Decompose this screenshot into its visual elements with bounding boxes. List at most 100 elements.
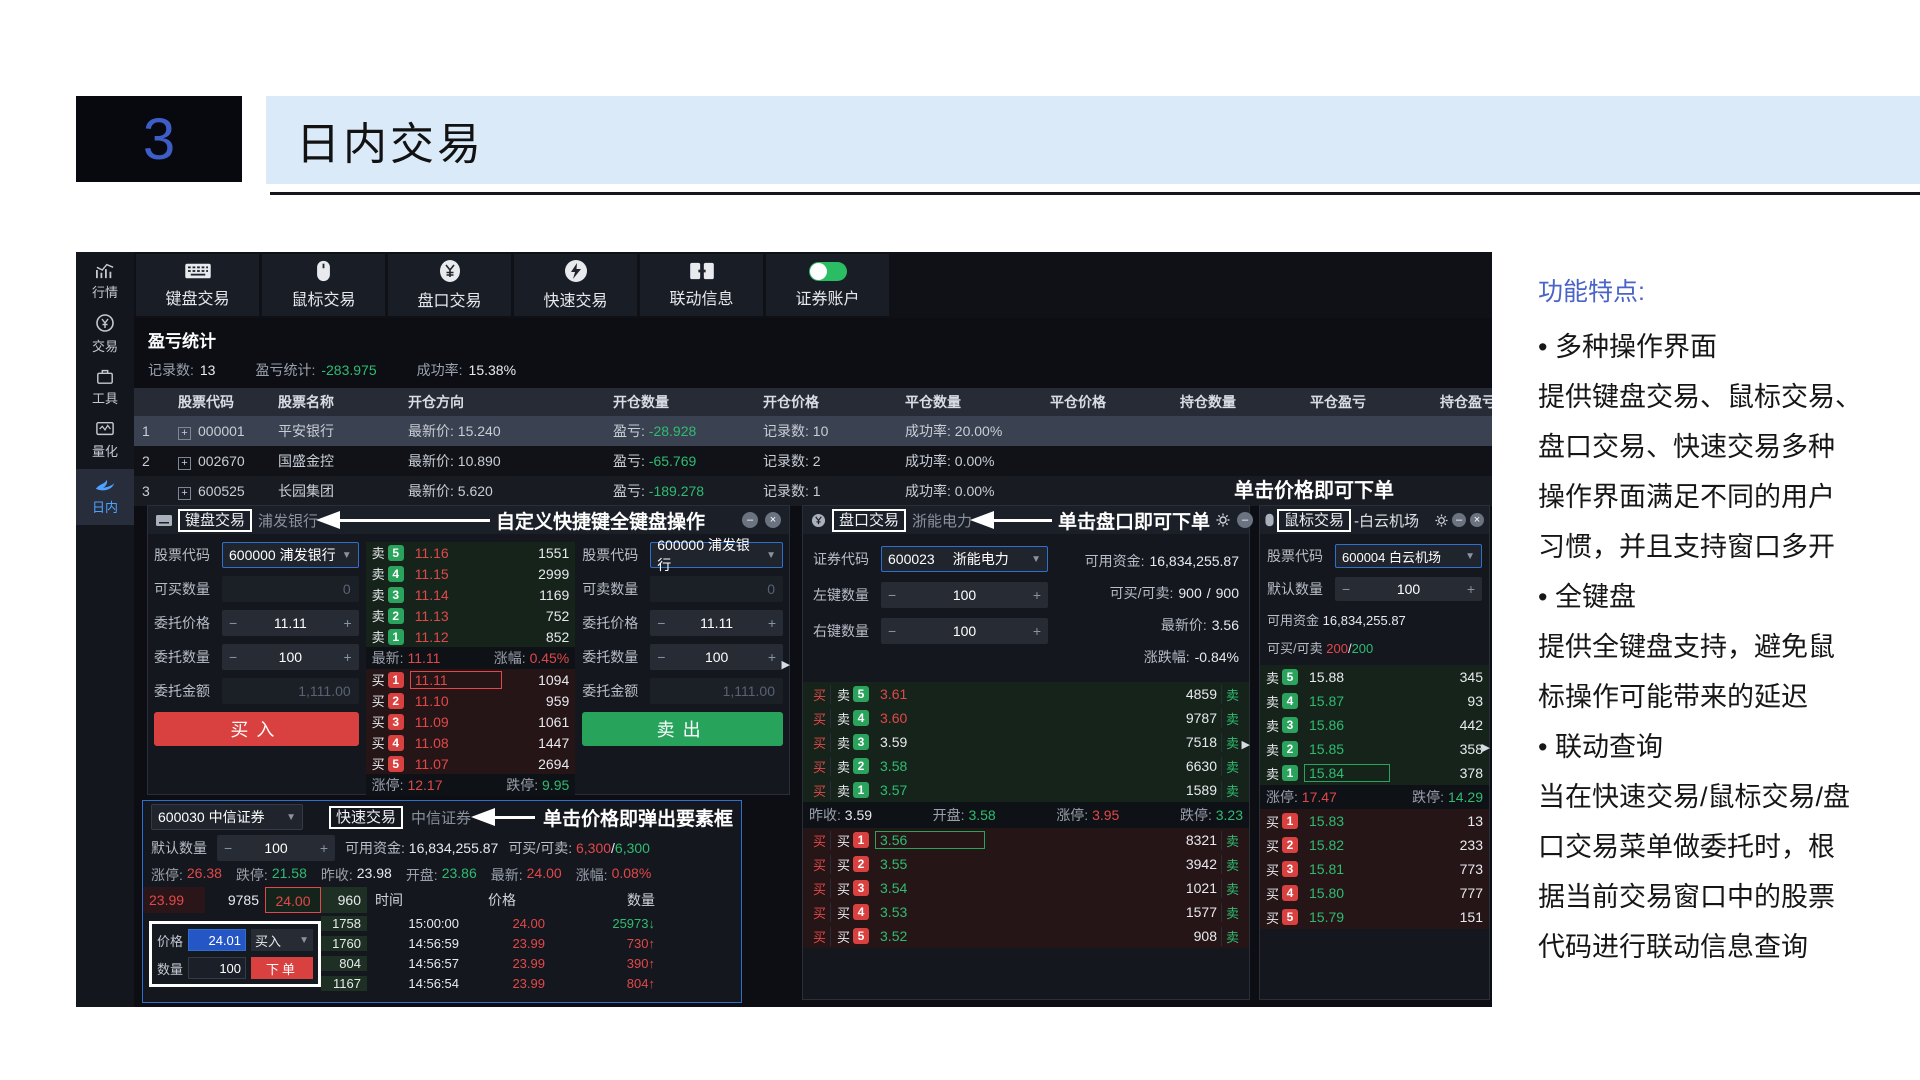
col-header[interactable]: 开仓数量: [605, 392, 755, 412]
bid-row[interactable]: 买5 15.79 151: [1260, 905, 1489, 929]
ask-row[interactable]: 卖1 15.84 378: [1260, 761, 1489, 785]
col-header[interactable]: 持仓盈亏: [1432, 392, 1492, 412]
buy-click-cell[interactable]: 买: [809, 709, 831, 728]
bid-row[interactable]: 买 买4 3.53 1577 卖: [803, 900, 1249, 924]
sidebar-item-quotes[interactable]: 行情: [76, 257, 134, 305]
bid-row[interactable]: 买5 11.07 2694: [366, 753, 576, 774]
toggle-on-icon[interactable]: [809, 262, 847, 281]
sell-click-cell[interactable]: 卖: [1221, 781, 1243, 800]
col-header[interactable]: 股票代码: [170, 392, 270, 412]
sell-click-cell[interactable]: 卖: [1221, 709, 1243, 728]
bid-row[interactable]: 买 买3 3.54 1021 卖: [803, 876, 1249, 900]
close-icon[interactable]: ×: [1470, 513, 1484, 527]
ask-row[interactable]: 卖1 11.12 852: [366, 626, 576, 647]
ask-row[interactable]: 买 卖5 3.61 4859 卖: [803, 682, 1249, 706]
close-icon[interactable]: ×: [765, 512, 781, 528]
expand-icon[interactable]: +: [178, 487, 191, 500]
ask-row[interactable]: 卖3 11.14 1169: [366, 584, 576, 605]
bid-row[interactable]: 买4 11.08 1447: [366, 732, 576, 753]
stock-code-select[interactable]: 600023浙能电力▼: [881, 546, 1048, 572]
expand-icon[interactable]: +: [178, 427, 191, 440]
expand-icon[interactable]: +: [178, 457, 191, 470]
buy-click-cell[interactable]: 买: [809, 927, 831, 946]
sell-click-cell[interactable]: 卖: [1221, 757, 1243, 776]
ask-row[interactable]: 卖5 15.88 345: [1260, 665, 1489, 689]
col-header[interactable]: 平仓数量: [897, 392, 1042, 412]
sell-click-cell[interactable]: 卖: [1221, 879, 1243, 898]
panel-expand-arrow-icon[interactable]: ▶: [782, 658, 790, 671]
gear-icon[interactable]: [1216, 513, 1230, 527]
minimize-icon[interactable]: –: [742, 512, 758, 528]
col-header[interactable]: 开仓价格: [755, 392, 897, 412]
bid-price-cell[interactable]: 23.99: [143, 887, 205, 913]
stock-code-select[interactable]: 600000 浦发银行▼: [222, 542, 359, 568]
toolbar-fast-trade[interactable]: 快速交易: [514, 254, 637, 316]
right-click-qty-stepper[interactable]: −100+: [881, 618, 1048, 644]
col-header[interactable]: 开仓方向: [400, 392, 605, 412]
bid-row[interactable]: 买1 11.11 1094: [366, 669, 576, 690]
bid-row[interactable]: 买2 11.10 959: [366, 690, 576, 711]
popup-price-input[interactable]: 24.01: [188, 929, 246, 951]
buy-click-cell[interactable]: 买: [809, 855, 831, 874]
sell-click-cell[interactable]: 卖: [1221, 903, 1243, 922]
default-qty-stepper[interactable]: −100+: [1335, 577, 1482, 601]
ask-row[interactable]: 买 卖4 3.60 9787 卖: [803, 706, 1249, 730]
ask-row[interactable]: 卖2 15.85 358: [1260, 737, 1489, 761]
price-stepper[interactable]: −11.11+: [222, 610, 359, 636]
sidebar-item-trade[interactable]: 交易: [76, 310, 134, 358]
toolbar-orderbook-trade[interactable]: 盘口交易: [388, 254, 511, 316]
ask-row[interactable]: 卖5 11.16 1551: [366, 542, 576, 563]
sidebar-item-intraday[interactable]: 日内: [76, 469, 134, 525]
buy-click-cell[interactable]: 买: [809, 879, 831, 898]
panel-expand-arrow-icon[interactable]: ▶: [1242, 738, 1250, 751]
stock-code-cell[interactable]: +600525: [170, 483, 270, 500]
gear-icon[interactable]: [1435, 514, 1448, 527]
sell-click-cell[interactable]: 卖: [1221, 685, 1243, 704]
toolbar-mouse-trade[interactable]: 鼠标交易: [262, 254, 385, 316]
ask-row[interactable]: 买 卖1 3.57 1589 卖: [803, 778, 1249, 802]
sell-click-cell[interactable]: 卖: [1221, 855, 1243, 874]
sidebar-item-quant[interactable]: 量化: [76, 416, 134, 464]
sell-button[interactable]: 卖出: [582, 712, 783, 746]
place-order-button[interactable]: 下单: [251, 957, 313, 979]
stock-code-cell[interactable]: +000001: [170, 423, 270, 440]
left-click-qty-stepper[interactable]: −100+: [881, 582, 1048, 608]
buy-click-cell[interactable]: 买: [809, 903, 831, 922]
stock-code-select[interactable]: 600030 中信证券▼: [151, 804, 303, 830]
sell-click-cell[interactable]: 卖: [1221, 831, 1243, 850]
popup-qty-input[interactable]: 100: [188, 957, 246, 979]
qty-stepper[interactable]: −100+: [222, 644, 359, 670]
bid-row[interactable]: 买3 11.09 1061: [366, 711, 576, 732]
ask-row[interactable]: 买 卖3 3.59 7518 卖: [803, 730, 1249, 754]
bid-row[interactable]: 买4 15.80 777: [1260, 881, 1489, 905]
bid-row[interactable]: 买 买1 3.56 8321 卖: [803, 828, 1249, 852]
price-stepper[interactable]: −11.11+: [650, 610, 783, 636]
bid-row[interactable]: 买1 15.83 13: [1260, 809, 1489, 833]
ask-row[interactable]: 卖4 15.87 93: [1260, 689, 1489, 713]
minimize-icon[interactable]: –: [1452, 513, 1466, 527]
panel-expand-arrow-icon[interactable]: ▶: [1482, 741, 1490, 754]
table-row[interactable]: 1 +000001 平安银行 最新价: 15.240 盈亏: -28.928 记…: [134, 416, 1492, 446]
stock-code-select[interactable]: 600004 白云机场▼: [1335, 544, 1482, 568]
buy-click-cell[interactable]: 买: [809, 733, 831, 752]
bid-row[interactable]: 买 买2 3.55 3942 卖: [803, 852, 1249, 876]
bid-row[interactable]: 买 买5 3.52 908 卖: [803, 924, 1249, 948]
sidebar-item-tools[interactable]: 工具: [76, 363, 134, 411]
col-header[interactable]: 平仓盈亏: [1302, 392, 1432, 412]
ask-row[interactable]: 卖4 11.15 2999: [366, 563, 576, 584]
ask-price-cell[interactable]: 24.00: [265, 887, 321, 913]
col-header[interactable]: 平仓价格: [1042, 392, 1172, 412]
minimize-icon[interactable]: –: [1237, 512, 1253, 528]
buy-click-cell[interactable]: 买: [809, 781, 831, 800]
default-qty-stepper[interactable]: −100+: [217, 835, 335, 861]
buy-click-cell[interactable]: 买: [809, 757, 831, 776]
table-row[interactable]: 2 +002670 国盛金控 最新价: 10.890 盈亏: -65.769 记…: [134, 446, 1492, 476]
buy-click-cell[interactable]: 买: [809, 831, 831, 850]
col-header[interactable]: 股票名称: [270, 392, 400, 412]
toolbar-keyboard-trade[interactable]: 键盘交易: [136, 254, 259, 316]
sell-click-cell[interactable]: 卖: [1221, 733, 1243, 752]
bid-row[interactable]: 买3 15.81 773: [1260, 857, 1489, 881]
ask-row[interactable]: 卖3 15.86 442: [1260, 713, 1489, 737]
ask-row[interactable]: 卖2 11.13 752: [366, 605, 576, 626]
toolbar-account-toggle[interactable]: 证券账户: [766, 254, 889, 316]
